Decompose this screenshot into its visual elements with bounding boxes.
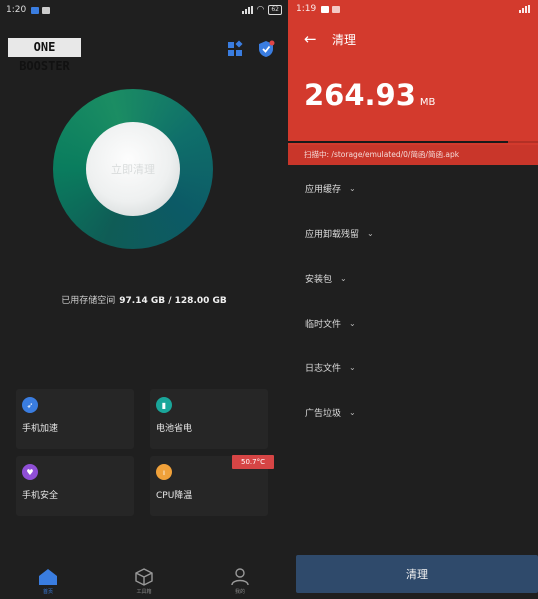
junk-size-value: 264.93 (304, 78, 416, 112)
person-icon (231, 568, 249, 586)
feature-label: 手机加速 (22, 424, 59, 434)
shield-check-icon[interactable] (257, 40, 275, 58)
signal-icon (519, 5, 530, 13)
category-apk[interactable]: 安装包 ⌄ (305, 272, 347, 285)
battery-indicator: 62 (268, 5, 282, 15)
battery-icon: ▮ (156, 397, 172, 413)
wifi-icon: ◠ (256, 5, 265, 15)
chevron-down-icon: ⌄ (349, 408, 356, 417)
chevron-down-icon: ⌄ (349, 319, 356, 328)
nav-profile[interactable]: 我的 (192, 562, 288, 599)
category-ad-junk[interactable]: 广告垃圾 ⌄ (305, 406, 356, 419)
notification-icon (42, 6, 51, 14)
nav-toolbox[interactable]: 工具箱 (96, 562, 192, 599)
category-label: 广告垃圾 (305, 409, 342, 419)
widgets-icon[interactable] (226, 40, 244, 58)
signal-icon (241, 6, 253, 14)
storage-value: 97.14 GB / 128.00 GB (119, 296, 227, 306)
page-title: 清理 (332, 33, 357, 47)
feature-battery-saver[interactable]: ▮ 电池省电 (150, 389, 268, 449)
category-uninstall-residue[interactable]: 应用卸载残留 ⌄ (305, 227, 374, 240)
chevron-down-icon: ⌄ (340, 274, 347, 283)
status-time: 1:20 (6, 5, 27, 15)
back-arrow-icon[interactable]: ← (304, 30, 317, 48)
chevron-down-icon: ⌄ (349, 184, 356, 193)
app-logo: ONE BOOSTER (8, 38, 81, 73)
cube-icon (135, 568, 153, 586)
category-temp-files[interactable]: 临时文件 ⌄ (305, 317, 356, 330)
category-label: 日志文件 (305, 364, 342, 374)
nav-label: 工具箱 (136, 589, 152, 595)
notification-icon (332, 5, 341, 13)
clean-ring[interactable]: 立即清理 (53, 89, 213, 249)
category-label: 应用缓存 (305, 185, 342, 195)
clean-header: 1:19 ← 清理 264.93 MB (288, 0, 538, 145)
bottom-nav: 首页 工具箱 我的 (0, 562, 288, 599)
scan-progress-bar (288, 141, 538, 143)
storage-info: 已用存储空间 97.14 GB / 128.00 GB (0, 293, 288, 306)
nav-home[interactable]: 首页 (0, 562, 96, 599)
cpu-temp-badge: 50.7°C (232, 455, 274, 469)
shield-icon: ♥ (22, 464, 38, 480)
notification-icon (321, 5, 330, 13)
category-log-files[interactable]: 日志文件 ⌄ (305, 361, 356, 374)
nav-label: 我的 (234, 589, 245, 595)
category-label: 应用卸载残留 (305, 230, 360, 240)
category-label: 临时文件 (305, 320, 342, 330)
chevron-down-icon: ⌄ (349, 363, 356, 372)
feature-label: CPU降温 (156, 491, 193, 501)
feature-label: 手机安全 (22, 491, 59, 501)
status-time: 1:19 (296, 4, 317, 14)
clean-now-label: 立即清理 (111, 163, 155, 176)
junk-size-unit: MB (419, 97, 436, 108)
feature-phone-security[interactable]: ♥ 手机安全 (16, 456, 134, 516)
category-app-cache[interactable]: 应用缓存 ⌄ (305, 182, 356, 195)
clean-button[interactable]: 清理 (296, 555, 538, 593)
home-icon (39, 569, 57, 585)
scan-progress-fill (288, 141, 508, 143)
category-label: 安装包 (305, 275, 333, 285)
feature-label: 电池省电 (156, 424, 193, 434)
junk-size: 264.93 MB (304, 78, 435, 112)
status-bar: 1:19 (288, 0, 538, 18)
notification-icon (31, 6, 40, 14)
left-screen: 1:20 ◠ 62 ONE BOOSTER 立即清理 已用存储空间 97.14 G… (0, 0, 288, 599)
feature-phone-boost[interactable]: ➶ 手机加速 (16, 389, 134, 449)
status-bar: 1:20 ◠ 62 (0, 0, 288, 20)
chevron-down-icon: ⌄ (367, 229, 374, 238)
right-screen: 1:19 ← 清理 264.93 MB 扫描中: /storage/emulate… (288, 0, 538, 599)
nav-label: 首页 (42, 589, 53, 595)
thermometer-icon: ı (156, 464, 172, 480)
rocket-icon: ➶ (22, 397, 38, 413)
scan-path: 扫描中: /storage/emulated/0/简函/简函.apk (288, 145, 538, 165)
clean-now-button[interactable]: 立即清理 (86, 122, 180, 216)
storage-label: 已用存储空间 (61, 296, 116, 306)
